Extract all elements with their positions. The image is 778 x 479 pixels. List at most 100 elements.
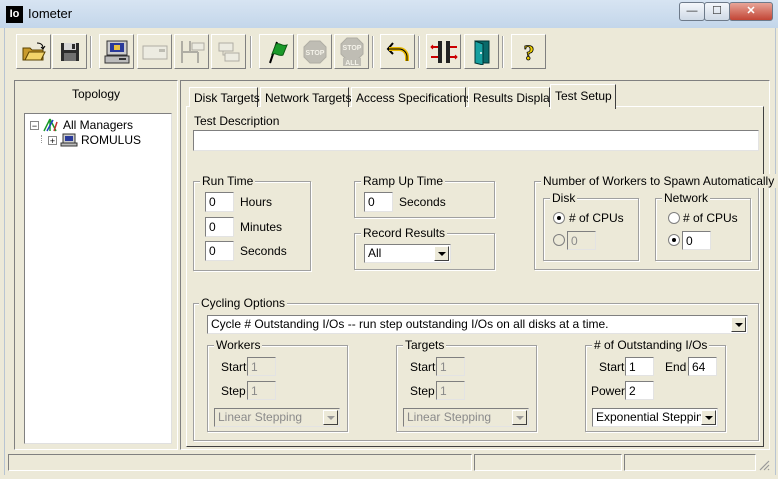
tab-test-setup[interactable]: Test Setup	[550, 84, 616, 109]
save-disk-icon	[60, 42, 79, 61]
disk-spawn-group	[543, 198, 639, 261]
targets-step-input[interactable]: 1	[436, 381, 465, 400]
network-custom-count-input[interactable]: 0	[682, 231, 711, 250]
exit-door-icon	[474, 39, 489, 65]
dropdown-button[interactable]	[512, 410, 527, 425]
workers-step-input[interactable]: 1	[247, 381, 276, 400]
new-disk-worker-icon	[104, 40, 129, 63]
collapse-icon[interactable]: −	[30, 120, 39, 130]
save-button[interactable]	[52, 34, 87, 69]
start-tests-button[interactable]	[259, 34, 294, 69]
workers-stepping-select[interactable]: Linear Stepping	[214, 408, 340, 427]
tab-results-display[interactable]: Results Display	[468, 87, 556, 107]
outstanding-end-input[interactable]: 64	[688, 357, 717, 376]
expand-icon[interactable]: +	[48, 135, 57, 145]
exit-button[interactable]	[464, 34, 499, 69]
targets-start-label: Start	[410, 360, 436, 374]
status-pane-main	[8, 454, 472, 471]
disk-custom-count-input[interactable]: 0	[567, 231, 596, 250]
tree-item-romulus[interactable]: + ROMULUS	[48, 133, 141, 147]
dropdown-button[interactable]	[731, 317, 746, 332]
cycling-options-title: Cycling Options	[199, 296, 288, 310]
cycling-mode-select[interactable]: Cycle # Outstanding I/Os -- run step out…	[207, 315, 748, 334]
record-results-select[interactable]: All	[364, 244, 451, 263]
new-manager-icon	[429, 40, 458, 63]
cycling-mode-value: Cycle # Outstanding I/Os -- run step out…	[211, 317, 609, 331]
dropdown-button[interactable]	[434, 246, 449, 261]
network-cpus-label[interactable]: # of CPUs	[683, 211, 738, 225]
duplicate-worker-button[interactable]	[174, 34, 209, 69]
stop-icon: STOP	[303, 40, 326, 63]
stop-all-button[interactable]: STOP ALL	[334, 34, 369, 69]
tree-item-label[interactable]: ROMULUS	[81, 133, 141, 147]
disk-cpus-label[interactable]: # of CPUs	[569, 211, 624, 225]
network-spawn-group	[655, 198, 751, 261]
network-cpus-radio[interactable]	[668, 212, 680, 224]
tab-access-specifications[interactable]: Access Specifications	[351, 87, 472, 107]
outstanding-stepping-value: Exponential Stepping	[596, 410, 710, 424]
targets-start-input[interactable]: 1	[436, 357, 465, 376]
stop-all-icon: STOP ALL	[340, 37, 363, 67]
tab-disk-targets[interactable]: Disk Targets	[189, 87, 260, 107]
new-manager-button[interactable]	[426, 34, 461, 69]
new-network-worker-icon	[142, 45, 167, 59]
run-time-title: Run Time	[200, 174, 256, 188]
outstanding-start-label: Start	[599, 360, 625, 374]
workers-start-input[interactable]: 1	[247, 357, 276, 376]
svg-text:STOP: STOP	[305, 50, 324, 57]
reset-workers-icon	[386, 41, 409, 61]
dropdown-button[interactable]	[701, 410, 716, 425]
tab-network-targets[interactable]: Network Targets	[260, 87, 351, 107]
workers-step-label: Step	[221, 384, 246, 398]
new-network-worker-button[interactable]	[137, 34, 172, 69]
outstanding-start-input[interactable]: 1	[625, 357, 654, 376]
toolbar-separator	[418, 36, 420, 68]
toolbar-separator	[502, 36, 504, 68]
toolbar-separator	[250, 36, 252, 68]
network-spawn-title: Network	[662, 191, 711, 205]
targets-step-label: Step	[410, 384, 435, 398]
workers-stepping-value: Linear Stepping	[218, 410, 303, 424]
new-disk-worker-button[interactable]	[99, 34, 134, 69]
iometer-app-icon[interactable]: Io	[6, 6, 23, 23]
targets-stepping-value: Linear Stepping	[407, 410, 492, 424]
close-button[interactable]: ✕	[729, 2, 773, 21]
title-bar[interactable]	[0, 0, 778, 28]
targets-stepping-select[interactable]: Linear Stepping	[403, 408, 529, 427]
test-description-input[interactable]	[193, 130, 759, 151]
chevron-down-icon	[437, 251, 446, 256]
disk-spawn-title: Disk	[550, 191, 578, 205]
open-button[interactable]	[16, 34, 51, 69]
minimize-button[interactable]: —	[679, 2, 705, 21]
dropdown-button[interactable]	[323, 410, 338, 425]
hours-label: Hours	[240, 195, 273, 209]
topology-tree[interactable]: − All Managers + ROMULUS	[24, 113, 172, 444]
workers-cycle-title: Workers	[214, 338, 263, 352]
network-custom-radio[interactable]	[668, 234, 680, 246]
outstanding-stepping-select[interactable]: Exponential Stepping	[592, 408, 718, 427]
topology-title: Topology	[71, 87, 121, 101]
help-button[interactable]: ?	[511, 34, 546, 69]
chevron-down-icon	[326, 415, 335, 420]
run-time-seconds-input[interactable]: 0	[205, 241, 234, 261]
disk-custom-radio[interactable]	[553, 234, 565, 246]
ramp-up-title: Ramp Up Time	[361, 174, 446, 188]
maximize-button[interactable]: ☐	[704, 2, 730, 21]
svg-text:STOP: STOP	[342, 45, 361, 52]
disconnect-manager-button[interactable]	[211, 34, 246, 69]
run-time-hours-input[interactable]: 0	[205, 192, 234, 212]
record-results-title: Record Results	[361, 226, 448, 240]
duplicate-worker-icon	[180, 40, 204, 63]
tree-item-all-managers[interactable]: − All Managers	[30, 118, 133, 132]
resize-grip-icon[interactable]	[758, 459, 770, 471]
chevron-down-icon	[515, 415, 524, 420]
disconnect-manager-icon	[218, 42, 239, 61]
tree-item-label[interactable]: All Managers	[63, 118, 133, 132]
outstanding-power-label: Power	[591, 384, 626, 398]
stop-button[interactable]: STOP	[297, 34, 332, 69]
disk-cpus-radio[interactable]	[553, 212, 565, 224]
ramp-up-seconds-input[interactable]: 0	[364, 192, 393, 212]
reset-workers-button[interactable]	[380, 34, 415, 69]
outstanding-power-input[interactable]: 2	[625, 381, 654, 400]
run-time-minutes-input[interactable]: 0	[205, 217, 234, 237]
